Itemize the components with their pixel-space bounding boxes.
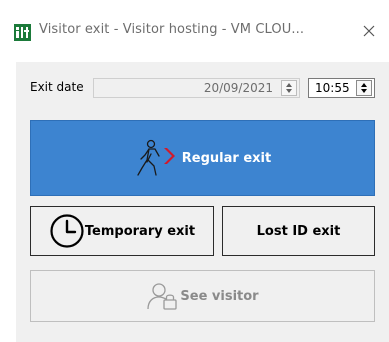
exit-date-row: Exit date 20/09/2021 10:55 [16, 62, 389, 112]
exit-date-value: 20/09/2021 [203, 81, 273, 95]
app-logo-icon [14, 24, 31, 41]
exit-time-picker[interactable]: 10:55 [308, 78, 375, 98]
window-title: Visitor exit - Visitor hosting - VM CLOU… [39, 22, 305, 37]
lost-id-exit-label: Lost ID exit [256, 223, 341, 239]
exit-date-picker[interactable]: 20/09/2021 [93, 78, 300, 98]
exit-date-label: Exit date [30, 80, 84, 94]
see-visitor-label: See visitor [180, 288, 259, 304]
temporary-exit-label: Temporary exit [84, 223, 196, 239]
exit-time-value: 10:55 [315, 81, 350, 95]
visitor-lock-icon [147, 283, 178, 310]
title-bar: Visitor exit - Visitor hosting - VM CLOU… [0, 0, 389, 62]
spin-down-icon [361, 89, 367, 93]
spin-up-icon [361, 83, 367, 87]
walking-person-arrow-icon [137, 139, 175, 176]
lost-id-exit-button[interactable]: Lost ID exit [222, 206, 375, 256]
visitor-exit-window: Visitor exit - Visitor hosting - VM CLOU… [0, 0, 389, 342]
regular-exit-button[interactable]: Regular exit [30, 120, 375, 196]
see-visitor-button[interactable]: See visitor [30, 270, 375, 322]
date-spinner[interactable] [281, 80, 297, 96]
spin-down-icon [286, 89, 292, 93]
time-spinner[interactable] [356, 80, 372, 96]
temporary-exit-button[interactable]: Temporary exit [30, 206, 214, 256]
clock-icon [50, 214, 84, 248]
close-button[interactable] [356, 18, 382, 44]
close-icon [363, 25, 375, 37]
regular-exit-label: Regular exit [181, 150, 272, 166]
exit-form-panel: Exit date 20/09/2021 10:55 Regular exit … [16, 62, 389, 342]
spin-up-icon [286, 83, 292, 87]
